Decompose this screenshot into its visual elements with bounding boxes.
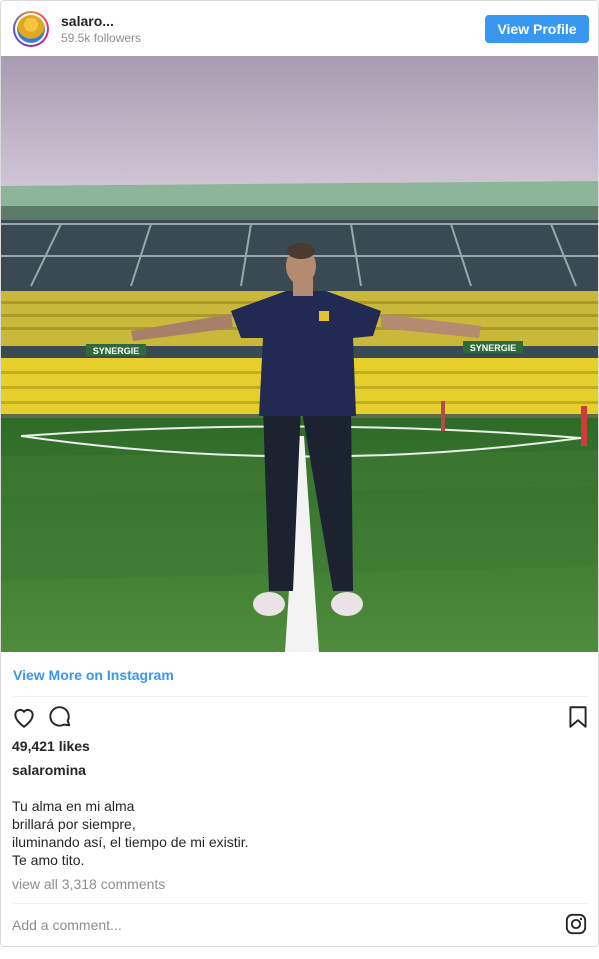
post-header: salaro... 59.5k followers View Profile bbox=[1, 1, 598, 55]
view-all-comments-link[interactable]: view all 3,318 comments bbox=[12, 876, 165, 892]
bookmark-icon[interactable] bbox=[565, 704, 591, 730]
banner-right: SYNERGIE bbox=[470, 343, 517, 353]
view-profile-button[interactable]: View Profile bbox=[485, 15, 589, 43]
caption-username[interactable]: salaromina bbox=[12, 762, 86, 778]
caption-line: Tu alma en mi alma bbox=[12, 798, 135, 814]
username[interactable]: salaro... bbox=[61, 13, 114, 29]
avatar-image bbox=[17, 15, 45, 43]
caption-line: iluminando así, el tiempo de mi existir. bbox=[12, 834, 249, 850]
caption-line: brillará por siempre, bbox=[12, 816, 136, 832]
caption-text: Tu alma en mi alma brillará por siempre,… bbox=[12, 797, 249, 869]
view-more-link[interactable]: View More on Instagram bbox=[13, 667, 174, 683]
post-photo[interactable]: SYNERGIE SYNERGIE bbox=[1, 56, 598, 652]
follower-count: 59.5k followers bbox=[61, 31, 142, 45]
instagram-icon[interactable] bbox=[565, 913, 587, 935]
heart-icon[interactable] bbox=[11, 704, 37, 730]
like-count[interactable]: 49,421 likes bbox=[12, 738, 90, 754]
stadium-photo: SYNERGIE SYNERGIE bbox=[1, 56, 598, 652]
instagram-embed-card: salaro... 59.5k followers View Profile S… bbox=[0, 0, 599, 947]
divider bbox=[13, 696, 588, 697]
banner-left: SYNERGIE bbox=[93, 346, 140, 356]
caption-line: Te amo tito. bbox=[12, 852, 85, 868]
add-comment-input[interactable]: Add a comment... bbox=[12, 917, 122, 933]
divider bbox=[13, 903, 588, 904]
comment-icon[interactable] bbox=[47, 704, 73, 730]
avatar[interactable] bbox=[13, 11, 49, 47]
